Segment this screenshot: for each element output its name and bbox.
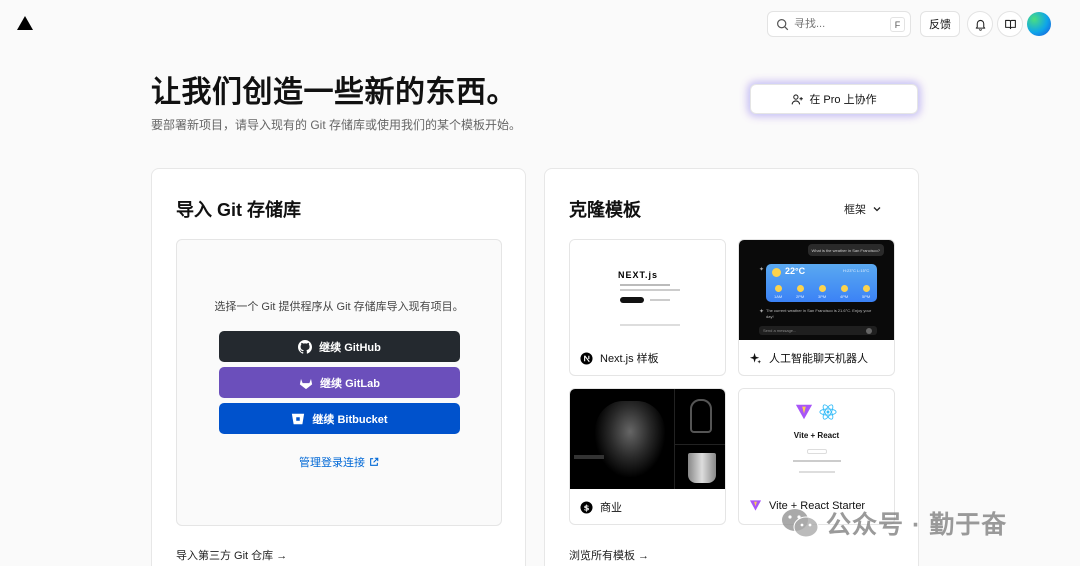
ai-thumb-hilo: H:23°C L:15°C (843, 268, 870, 273)
vite-thumb-title: Vite + React (793, 431, 840, 440)
commerce-thumb-divider-h (674, 444, 725, 445)
manage-login-connections-link[interactable]: 管理登录连接 (177, 454, 501, 470)
template-commerce-label-row: $ 商业 (580, 499, 622, 515)
commerce-thumb-cup (688, 453, 716, 483)
page-title: 让我们创造一些新的东西。 (151, 76, 517, 109)
nextjs-thumb-text-line (620, 289, 680, 291)
ai-thumb-answer: The current weather in San Francisco is … (766, 308, 872, 319)
commerce-thumbnail (570, 389, 725, 489)
nextjs-thumb-link (650, 299, 670, 301)
user-avatar[interactable] (1027, 12, 1051, 36)
nextjs-thumb-logo: NEXT.js (618, 270, 659, 280)
sparkle-icon: ✦ (759, 309, 765, 315)
ai-thumb-hour: 4PM (840, 294, 849, 299)
sun-icon (819, 285, 826, 292)
git-provider-prompt: 选择一个 Git 提供程序从 Git 存储库导入现有项目。 (214, 301, 464, 313)
framework-select-label: 框架 (844, 204, 866, 216)
send-icon (866, 328, 872, 334)
nextjs-thumb-button (620, 297, 644, 303)
sun-icon (797, 285, 804, 292)
vercel-logo-icon[interactable] (17, 16, 33, 30)
watermark-text: 公众号 · 勤于奋 (826, 511, 1008, 539)
ai-thumb-hour: 3PM (818, 294, 827, 299)
collaborate-pro-button[interactable]: 在 Pro 上协作 (750, 84, 918, 114)
vite-thumb-text-line (793, 460, 841, 462)
wechat-watermark: 公众号 · 勤于奋 (780, 505, 1007, 541)
bell-icon (975, 19, 985, 31)
commerce-thumb-hoodie (690, 399, 712, 433)
sun-icon (772, 268, 781, 277)
external-link-icon (370, 457, 379, 466)
book-icon (1004, 19, 1016, 29)
github-button-label: 继续 GitHub (319, 341, 381, 354)
import-git-title: 导入 Git 存储库 (176, 200, 301, 220)
feedback-button[interactable]: 反馈 (920, 11, 960, 37)
template-nextjs-label-row: Next.js 样板 (580, 350, 659, 366)
collaborate-pro-label: 在 Pro 上协作 (809, 94, 877, 106)
sun-icon (863, 285, 870, 292)
import-git-card: 导入 Git 存储库 选择一个 Git 提供程序从 Git 存储库导入现有项目。… (151, 168, 526, 566)
git-provider-box: 选择一个 Git 提供程序从 Git 存储库导入现有项目。 继续 GitHub … (176, 239, 502, 526)
vite-icon (795, 404, 813, 420)
svg-text:$: $ (584, 502, 590, 512)
continue-bitbucket-button[interactable]: 继续 Bitbucket (219, 403, 460, 434)
search-box[interactable]: F (767, 11, 911, 37)
add-user-icon (792, 93, 804, 104)
template-nextjs-card[interactable]: NEXT.js Next.js 样板 (569, 239, 726, 376)
search-shortcut-key: F (890, 17, 905, 32)
nextjs-thumbnail: NEXT.js (570, 240, 725, 340)
nextjs-icon (580, 351, 593, 365)
import-third-party-link[interactable]: 导入第三方 Git 仓库 → (176, 547, 287, 563)
commerce-thumb-price-tag (574, 455, 604, 459)
bitbucket-icon (292, 413, 305, 424)
continue-github-button[interactable]: 继续 GitHub (219, 331, 460, 362)
sun-icon (775, 285, 782, 292)
ai-chatbot-thumbnail: What is the weather in San Francisco? 22… (739, 240, 894, 340)
gitlab-button-label: 继续 GitLab (320, 377, 380, 390)
search-input[interactable] (794, 18, 886, 30)
commerce-thumb-main-product (595, 401, 665, 477)
vite-react-thumbnail: Vite + React (739, 389, 894, 489)
search-icon (777, 18, 789, 30)
template-nextjs-label: Next.js 样板 (600, 353, 659, 365)
vite-thumb-button (807, 449, 827, 454)
nextjs-thumb-text-line (620, 284, 670, 286)
sparkle-icon (749, 352, 762, 364)
framework-select[interactable]: 框架 (844, 201, 882, 217)
template-ai-label-row: 人工智能聊天机器人 (749, 350, 868, 366)
gitlab-icon (299, 378, 313, 389)
ai-thumb-hour: 5PM (862, 294, 871, 299)
browse-all-templates-link[interactable]: 浏览所有模板 → (569, 547, 649, 563)
continue-gitlab-button[interactable]: 继续 GitLab (219, 367, 460, 398)
github-icon (298, 339, 313, 354)
page-subtitle: 要部署新项目，请导入现有的 Git 存储库或使用我们的某个模板开始。 (151, 118, 522, 132)
top-nav: F 反馈 (0, 0, 1080, 46)
react-icon (819, 404, 837, 420)
commerce-thumb-divider-v (674, 389, 675, 489)
sun-icon (841, 285, 848, 292)
vite-icon (749, 500, 762, 511)
sparkle-icon: ✦ (759, 267, 765, 273)
ai-thumb-temp: 22°C (785, 266, 806, 276)
vite-thumb-footer (799, 471, 835, 473)
chevron-down-icon (873, 207, 881, 212)
commerce-icon: $ (580, 500, 593, 514)
ai-thumb-input-text: Send a message... (763, 328, 797, 333)
template-commerce-label: 商业 (600, 502, 622, 514)
wechat-icon (782, 509, 819, 538)
nextjs-thumb-footer (620, 324, 680, 326)
manage-login-connections-label: 管理登录连接 (299, 457, 365, 469)
docs-button[interactable] (997, 11, 1023, 37)
notifications-button[interactable] (967, 11, 993, 37)
template-ai-chatbot-card[interactable]: What is the weather in San Francisco? 22… (738, 239, 895, 376)
ai-thumb-hour: 2PM (796, 294, 805, 299)
template-ai-label: 人工智能聊天机器人 (769, 353, 868, 365)
bitbucket-button-label: 继续 Bitbucket (312, 413, 388, 426)
ai-thumb-question: What is the weather in San Francisco? (807, 244, 884, 256)
template-commerce-card[interactable]: $ 商业 (569, 388, 726, 525)
ai-thumb-hour: 1AM (774, 294, 783, 299)
clone-template-title: 克隆模板 (569, 200, 641, 220)
